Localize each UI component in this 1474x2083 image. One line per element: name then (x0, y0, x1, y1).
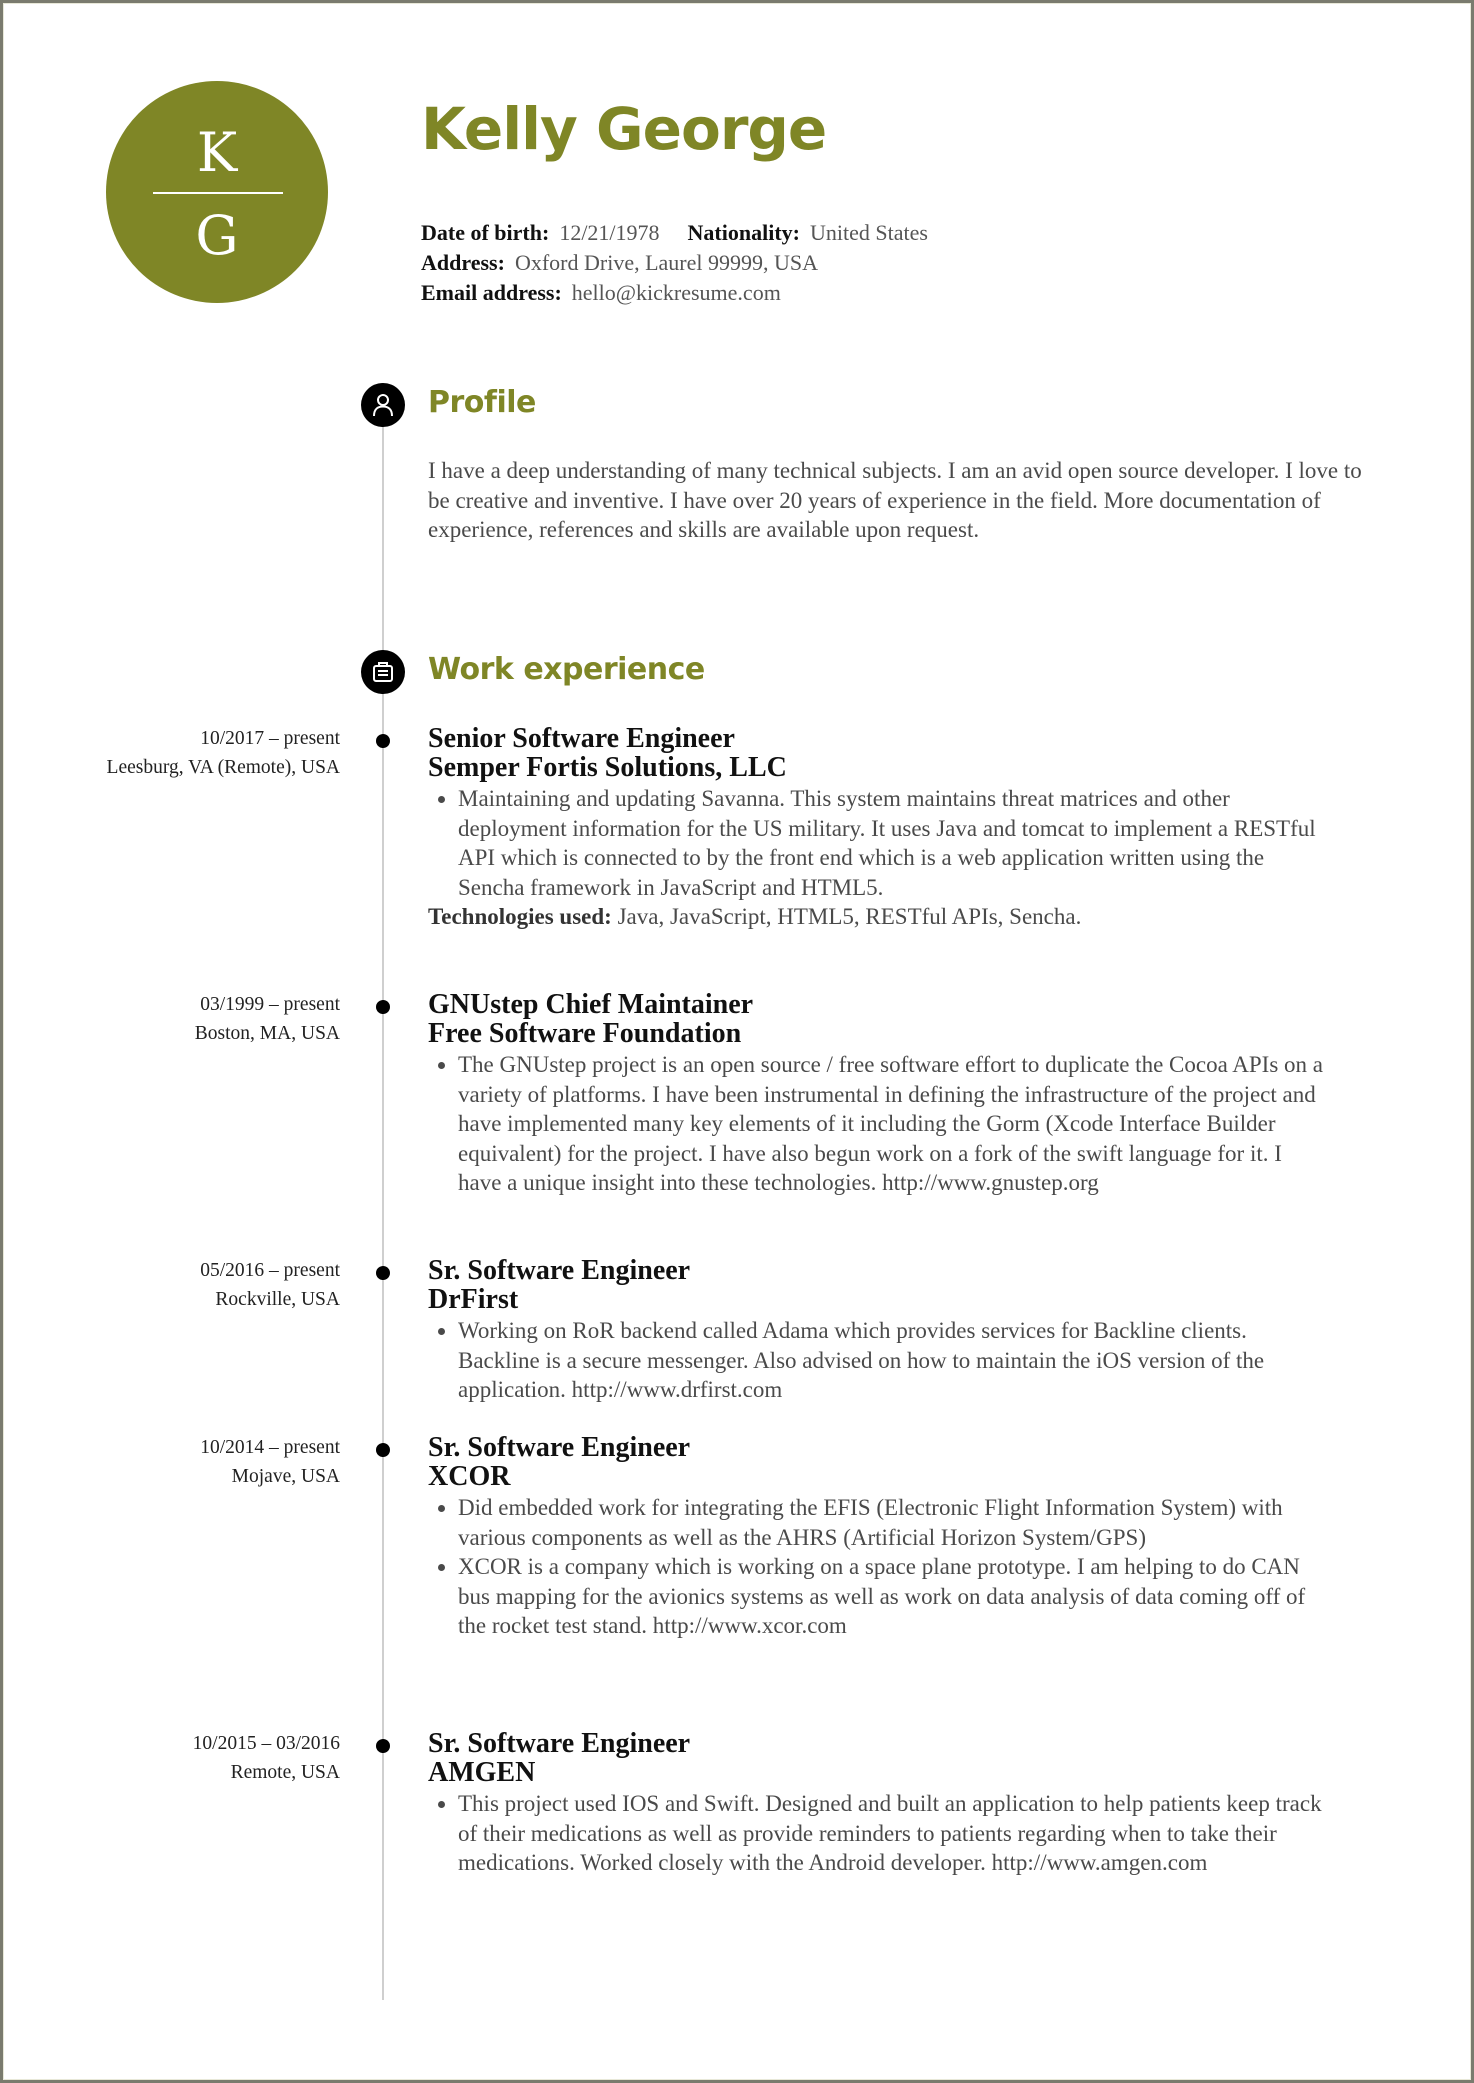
job-dates: 05/2016 – present (200, 1260, 340, 1281)
timeline-dot (376, 734, 390, 748)
job-bullet: Working on RoR backend called Adama whic… (458, 1316, 1328, 1405)
job-meta: 10/2015 – 03/2016 Remote, USA (193, 1729, 340, 1787)
monogram-first-initial: K (196, 121, 238, 184)
details-row-2: Address: Oxford Drive, Laurel 99999, USA (421, 248, 928, 278)
technologies-used: Technologies used: Java, JavaScript, HTM… (428, 902, 1328, 932)
job-bullet: Maintaining and updating Savanna. This s… (458, 784, 1328, 902)
job-company: Semper Fortis Solutions, LLC (428, 752, 787, 783)
job-bullets: Maintaining and updating Savanna. This s… (428, 784, 1328, 902)
job-dates: 10/2014 – present (200, 1437, 340, 1458)
nationality-value: United States (810, 220, 928, 245)
timeline-dot (376, 1739, 390, 1753)
job-title: GNUstep Chief Maintainer (428, 989, 754, 1020)
dob-value: 12/21/1978 (559, 220, 660, 245)
job-meta: 03/1999 – present Boston, MA, USA (195, 990, 340, 1048)
job-title: Sr. Software Engineer (428, 1432, 691, 1463)
job-dates: 10/2017 – present (200, 728, 340, 749)
job-location: Mojave, USA (231, 1466, 340, 1487)
job-location: Remote, USA (230, 1762, 340, 1783)
timeline-line (382, 405, 384, 2000)
profile-heading: Profile (428, 385, 536, 420)
job-company: AMGEN (428, 1757, 536, 1788)
work-experience-heading: Work experience (428, 652, 705, 687)
candidate-name: Kelly George (421, 95, 827, 163)
job-company: XCOR (428, 1461, 511, 1492)
person-icon (361, 383, 405, 427)
monogram-divider (153, 192, 283, 194)
dob-label: Date of birth: (421, 220, 550, 245)
nationality-label: Nationality: (687, 220, 800, 245)
job-bullets: Working on RoR backend called Adama whic… (428, 1316, 1328, 1405)
technologies-value: Java, JavaScript, HTML5, RESTful APIs, S… (617, 904, 1082, 929)
job-company: DrFirst (428, 1284, 519, 1315)
job-bullets: The GNUstep project is an open source / … (428, 1050, 1328, 1198)
email-value[interactable]: hello@kickresume.com (572, 280, 781, 305)
profile-summary: I have a deep understanding of many tech… (428, 458, 1362, 542)
details-row-3: Email address: hello@kickresume.com (421, 278, 928, 308)
job-bullets: This project used IOS and Swift. Designe… (428, 1789, 1328, 1878)
job-dates: 03/1999 – present (200, 994, 340, 1015)
job-body: Sr. Software Engineer XCOR Did embedded … (428, 1433, 1328, 1641)
job-body: Senior Software Engineer Semper Fortis S… (428, 724, 1328, 932)
job-body: Sr. Software Engineer DrFirst Working on… (428, 1256, 1328, 1405)
job-bullet: The GNUstep project is an open source / … (458, 1050, 1328, 1198)
job-title: Sr. Software Engineer (428, 1728, 691, 1759)
personal-details: Date of birth: 12/21/1978 Nationality: Unit… (421, 218, 928, 308)
timeline-dot (376, 1266, 390, 1280)
job-title: Sr. Software Engineer (428, 1255, 691, 1286)
job-company: Free Software Foundation (428, 1018, 742, 1049)
job-meta: 10/2017 – present Leesburg, VA (Remote),… (107, 724, 340, 782)
job-location: Rockville, USA (215, 1289, 340, 1310)
details-row-1: Date of birth: 12/21/1978 Nationality: Unit… (421, 218, 928, 248)
job-body: Sr. Software Engineer AMGEN This project… (428, 1729, 1328, 1878)
technologies-label: Technologies used: (428, 904, 612, 929)
job-dates: 10/2015 – 03/2016 (192, 1733, 340, 1754)
timeline-dot (376, 1443, 390, 1457)
timeline-dot (376, 1000, 390, 1014)
job-bullet: This project used IOS and Swift. Designe… (458, 1789, 1328, 1878)
address-value: Oxford Drive, Laurel 99999, USA (514, 250, 819, 275)
email-label: Email address: (421, 280, 562, 305)
job-bullet: XCOR is a company which is working on a … (458, 1552, 1328, 1641)
job-location: Leesburg, VA (Remote), USA (106, 757, 340, 778)
job-meta: 05/2016 – present Rockville, USA (200, 1256, 340, 1314)
job-body: GNUstep Chief Maintainer Free Software F… (428, 990, 1328, 1198)
job-meta: 10/2014 – present Mojave, USA (200, 1433, 340, 1491)
job-bullets: Did embedded work for integrating the EF… (428, 1493, 1328, 1641)
job-location: Boston, MA, USA (194, 1023, 340, 1044)
address-label: Address: (421, 250, 505, 275)
monogram-avatar: K G (106, 81, 328, 303)
job-bullet: Did embedded work for integrating the EF… (458, 1493, 1328, 1552)
briefcase-icon (361, 650, 405, 694)
monogram-last-initial: G (195, 204, 239, 267)
job-title: Senior Software Engineer (428, 723, 735, 754)
